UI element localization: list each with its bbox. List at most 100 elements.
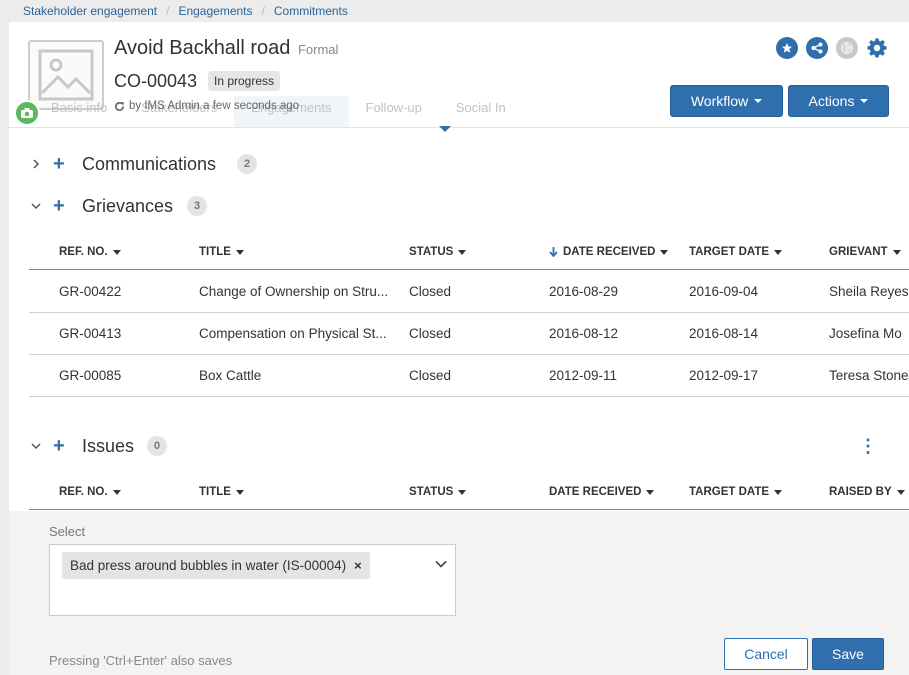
cell-grievant: Josefina Mo (829, 326, 902, 341)
column-ref-no[interactable]: REF. NO. (59, 246, 121, 258)
table-row[interactable]: GR-00422 Change of Ownership on Stru... … (29, 271, 909, 313)
column-label: GRIEVANT (829, 246, 888, 258)
table-row[interactable]: GR-00413 Compensation on Physical St... … (29, 313, 909, 355)
select-label: Select (49, 524, 86, 539)
cell-title: Box Cattle (199, 368, 262, 383)
add-issue-icon[interactable]: + (53, 436, 65, 456)
sort-caret-icon (458, 249, 467, 255)
refresh-icon[interactable] (114, 101, 125, 112)
breadcrumb: Stakeholder engagement / Engagements / C… (0, 0, 909, 22)
selected-issue-chip: Bad press around bubbles in water (IS-00… (62, 552, 370, 579)
column-date-received[interactable]: DATE RECEIVED (549, 246, 669, 258)
sort-desc-arrow-icon (549, 247, 558, 257)
gear-icon[interactable] (866, 37, 888, 59)
remove-chip-icon[interactable]: × (354, 558, 362, 573)
table-row[interactable]: GR-00085 Box Cattle Closed 2012-09-11 20… (29, 355, 909, 397)
cell-status: Closed (409, 284, 452, 299)
sort-caret-icon (112, 249, 121, 255)
column-title[interactable]: TITLE (199, 486, 244, 498)
column-ref-no[interactable]: REF. NO. (59, 486, 121, 498)
active-tab-pointer (439, 126, 451, 132)
image-placeholder-icon (38, 49, 94, 101)
cell-status: Closed (409, 326, 452, 341)
star-icon[interactable] (776, 37, 798, 59)
column-label: REF. NO. (59, 246, 108, 258)
byline-text: by IMS Admin a few seconds ago (129, 100, 300, 112)
breadcrumb-stakeholder-engagement[interactable]: Stakeholder engagement (23, 4, 157, 18)
column-label: STATUS (409, 246, 454, 258)
column-title[interactable]: TITLE (199, 246, 244, 258)
record-type: Formal (297, 42, 339, 57)
cell-grievant: Teresa Stone (829, 368, 909, 383)
sort-caret-icon (458, 489, 467, 495)
cell-status: Closed (409, 368, 452, 383)
breadcrumb-engagements[interactable]: Engagements (178, 4, 252, 18)
issues-table-header: REF. NO. TITLE STATUS DATE RECEIVED TARG… (29, 474, 909, 510)
cell-title: Change of Ownership on Stru... (199, 284, 389, 299)
column-target-date[interactable]: TARGET DATE (689, 246, 783, 258)
caret-down-icon (860, 99, 869, 103)
header-icons (776, 37, 888, 59)
actions-button[interactable]: Actions (788, 85, 889, 117)
chevron-down-icon[interactable] (30, 440, 42, 452)
add-grievance-icon[interactable]: + (53, 196, 65, 216)
column-target-date[interactable]: TARGET DATE (689, 486, 783, 498)
tab-basic-info[interactable]: Basic info (34, 96, 124, 128)
column-label: TARGET DATE (689, 486, 770, 498)
cell-ref-no: GR-00413 (59, 326, 122, 341)
cell-grievant: Sheila Reyes (829, 284, 909, 299)
issues-count: 0 (147, 436, 167, 456)
sort-caret-icon (774, 249, 783, 255)
column-label: REF. NO. (59, 486, 108, 498)
record-card: Basic info Stakeholders Engagements Foll… (9, 22, 909, 675)
issue-multiselect[interactable]: Bad press around bubbles in water (IS-00… (49, 544, 456, 616)
breadcrumb-separator: / (261, 4, 265, 18)
column-date-received[interactable]: DATE RECEIVED (549, 486, 655, 498)
cell-ref-no: GR-00422 (59, 284, 122, 299)
sort-caret-icon (646, 489, 655, 495)
column-label: TITLE (199, 486, 231, 498)
chip-label: Bad press around bubbles in water (IS-00… (70, 558, 347, 573)
column-raised-by[interactable]: RAISED BY (829, 486, 905, 498)
globe-icon[interactable] (836, 37, 858, 59)
breadcrumb-commitments[interactable]: Commitments (274, 4, 348, 18)
communications-section-header[interactable]: + Communications 2 (9, 149, 909, 179)
caret-down-icon (754, 99, 763, 103)
more-options-icon[interactable]: ⋮ (859, 436, 877, 457)
actions-label: Actions (808, 93, 855, 109)
cell-target-date: 2016-09-04 (689, 284, 759, 299)
grievances-section-header[interactable]: + Grievances 3 (9, 191, 909, 221)
column-label: DATE RECEIVED (563, 246, 656, 258)
sort-caret-icon (235, 489, 244, 495)
sort-caret-icon (774, 489, 783, 495)
camera-icon[interactable] (14, 100, 40, 126)
communications-count: 2 (237, 154, 257, 174)
share-icon[interactable] (806, 37, 828, 59)
column-status[interactable]: STATUS (409, 486, 467, 498)
issues-section-header[interactable]: + Issues 0 ⋮ (9, 431, 909, 461)
chevron-down-icon[interactable] (30, 200, 42, 212)
save-shortcut-hint: Pressing 'Ctrl+Enter' also saves (49, 653, 233, 668)
cancel-button[interactable]: Cancel (724, 638, 808, 670)
communications-title: Communications (82, 153, 217, 174)
sort-caret-icon (660, 249, 669, 255)
cell-title: Compensation on Physical St... (199, 326, 387, 341)
tab-social[interactable]: Social In (439, 96, 523, 128)
grievances-count: 3 (187, 196, 207, 216)
grievances-table-header: REF. NO. TITLE STATUS DATE RECEIVED TARG… (29, 234, 909, 270)
column-label: TITLE (199, 246, 231, 258)
cell-target-date: 2016-08-14 (689, 326, 759, 341)
chevron-right-icon[interactable] (30, 158, 42, 170)
tab-follow-up[interactable]: Follow-up (349, 96, 439, 128)
workflow-button[interactable]: Workflow (670, 85, 783, 117)
sort-caret-icon (235, 249, 244, 255)
add-communication-icon[interactable]: + (53, 154, 65, 174)
breadcrumb-separator: / (166, 4, 170, 18)
tabs-divider (9, 127, 909, 128)
sort-caret-icon (112, 489, 121, 495)
save-button[interactable]: Save (812, 638, 884, 670)
column-status[interactable]: STATUS (409, 246, 467, 258)
cell-target-date: 2012-09-17 (689, 368, 759, 383)
chevron-down-icon[interactable] (435, 555, 447, 573)
column-grievant[interactable]: GRIEVANT (829, 246, 901, 258)
